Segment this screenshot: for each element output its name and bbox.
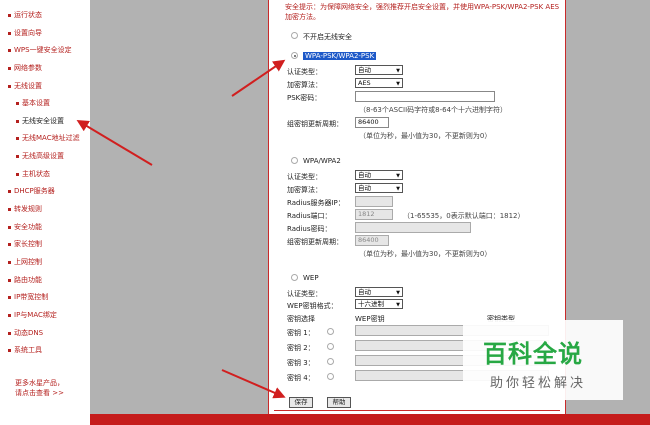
arrow-to-wpa-psk [231,59,286,97]
watermark: 百科全说 助你轻松解决 [463,320,623,400]
watermark-title: 百科全说 [483,340,583,368]
arrow-to-wireless-security [76,119,153,166]
watermark-subtitle: 助你轻松解决 [490,376,587,391]
arrow-to-save-button [221,369,286,399]
